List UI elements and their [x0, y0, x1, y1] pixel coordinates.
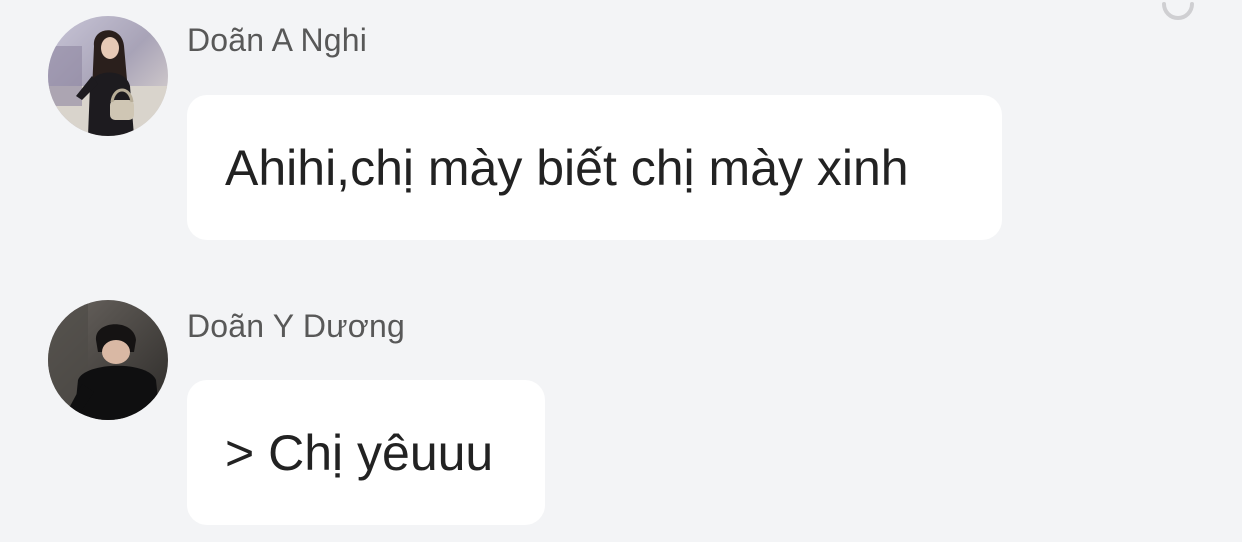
message-bubble[interactable]: > Chị yêuuu — [187, 380, 545, 525]
sender-name: Doãn Y Dương — [187, 308, 405, 344]
loading-spinner-icon — [1158, 0, 1198, 22]
avatar[interactable] — [48, 300, 168, 420]
user-avatar-boy-icon — [48, 300, 168, 420]
avatar[interactable] — [48, 16, 168, 136]
message-bubble[interactable]: Ahihi,chị mày biết chị mày xinh — [187, 95, 1002, 240]
user-avatar-girl-icon — [48, 16, 168, 136]
message-text: Ahihi,chị mày biết chị mày xinh — [225, 139, 909, 196]
sender-name: Doãn A Nghi — [187, 22, 368, 58]
message-text: > Chị yêuuu — [225, 424, 494, 481]
